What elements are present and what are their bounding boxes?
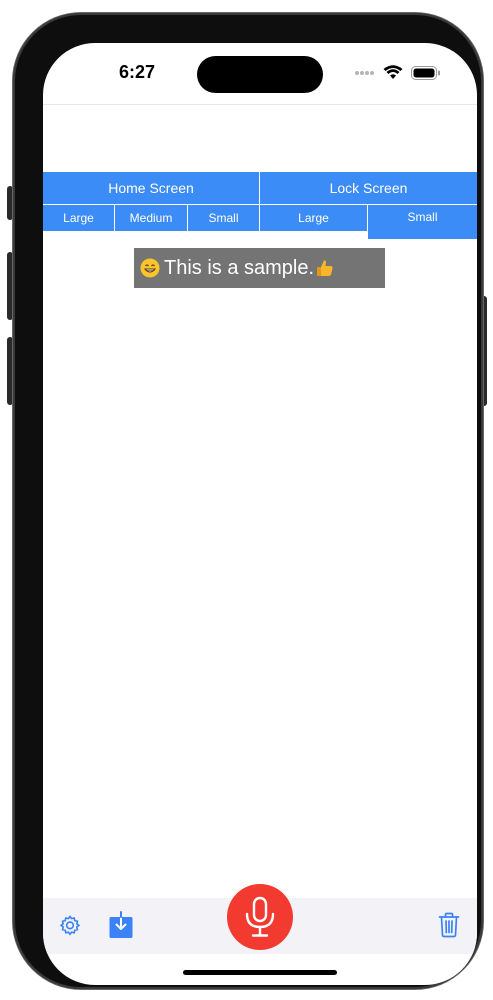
widget-group-tabs: Home Screen Lock Screen: [43, 172, 477, 204]
tab-home-small[interactable]: Small: [188, 205, 260, 231]
download-icon: [109, 911, 133, 938]
gear-icon: [59, 915, 81, 936]
sample-text: This is a sample.: [164, 256, 315, 279]
tab-home-screen[interactable]: Home Screen: [43, 172, 260, 204]
home-indicator[interactable]: [183, 970, 337, 975]
tab-lock-large[interactable]: Large: [260, 205, 368, 231]
sample-preview: This is a sample.: [134, 248, 385, 288]
microphone-icon: [245, 896, 275, 937]
tab-lock-screen[interactable]: Lock Screen: [260, 172, 477, 204]
status-time: 6:27: [118, 62, 156, 82]
tab-home-large[interactable]: Large: [43, 205, 115, 231]
screen: 6:27 Home Screen Lock Screen Large Mediu…: [43, 43, 477, 985]
trash-icon: [438, 912, 460, 938]
thumbs-up-icon: [317, 260, 333, 276]
battery-icon: [411, 65, 440, 80]
wifi-icon: [383, 65, 403, 79]
download-button[interactable]: [109, 911, 133, 939]
grinning-face-icon: [140, 258, 160, 278]
delete-button[interactable]: [438, 912, 460, 938]
widget-size-tabs: Large Medium Small Large Small: [43, 205, 477, 239]
status-icons: [355, 65, 441, 80]
device-frame: 6:27 Home Screen Lock Screen Large Mediu…: [13, 13, 483, 989]
nav-separator: [43, 104, 477, 105]
record-button[interactable]: [227, 884, 293, 950]
tab-home-medium[interactable]: Medium: [115, 205, 188, 231]
dynamic-island: [197, 56, 323, 93]
settings-button[interactable]: [58, 914, 82, 938]
tab-lock-small[interactable]: Small: [368, 205, 477, 239]
cellular-icon: [355, 70, 374, 75]
